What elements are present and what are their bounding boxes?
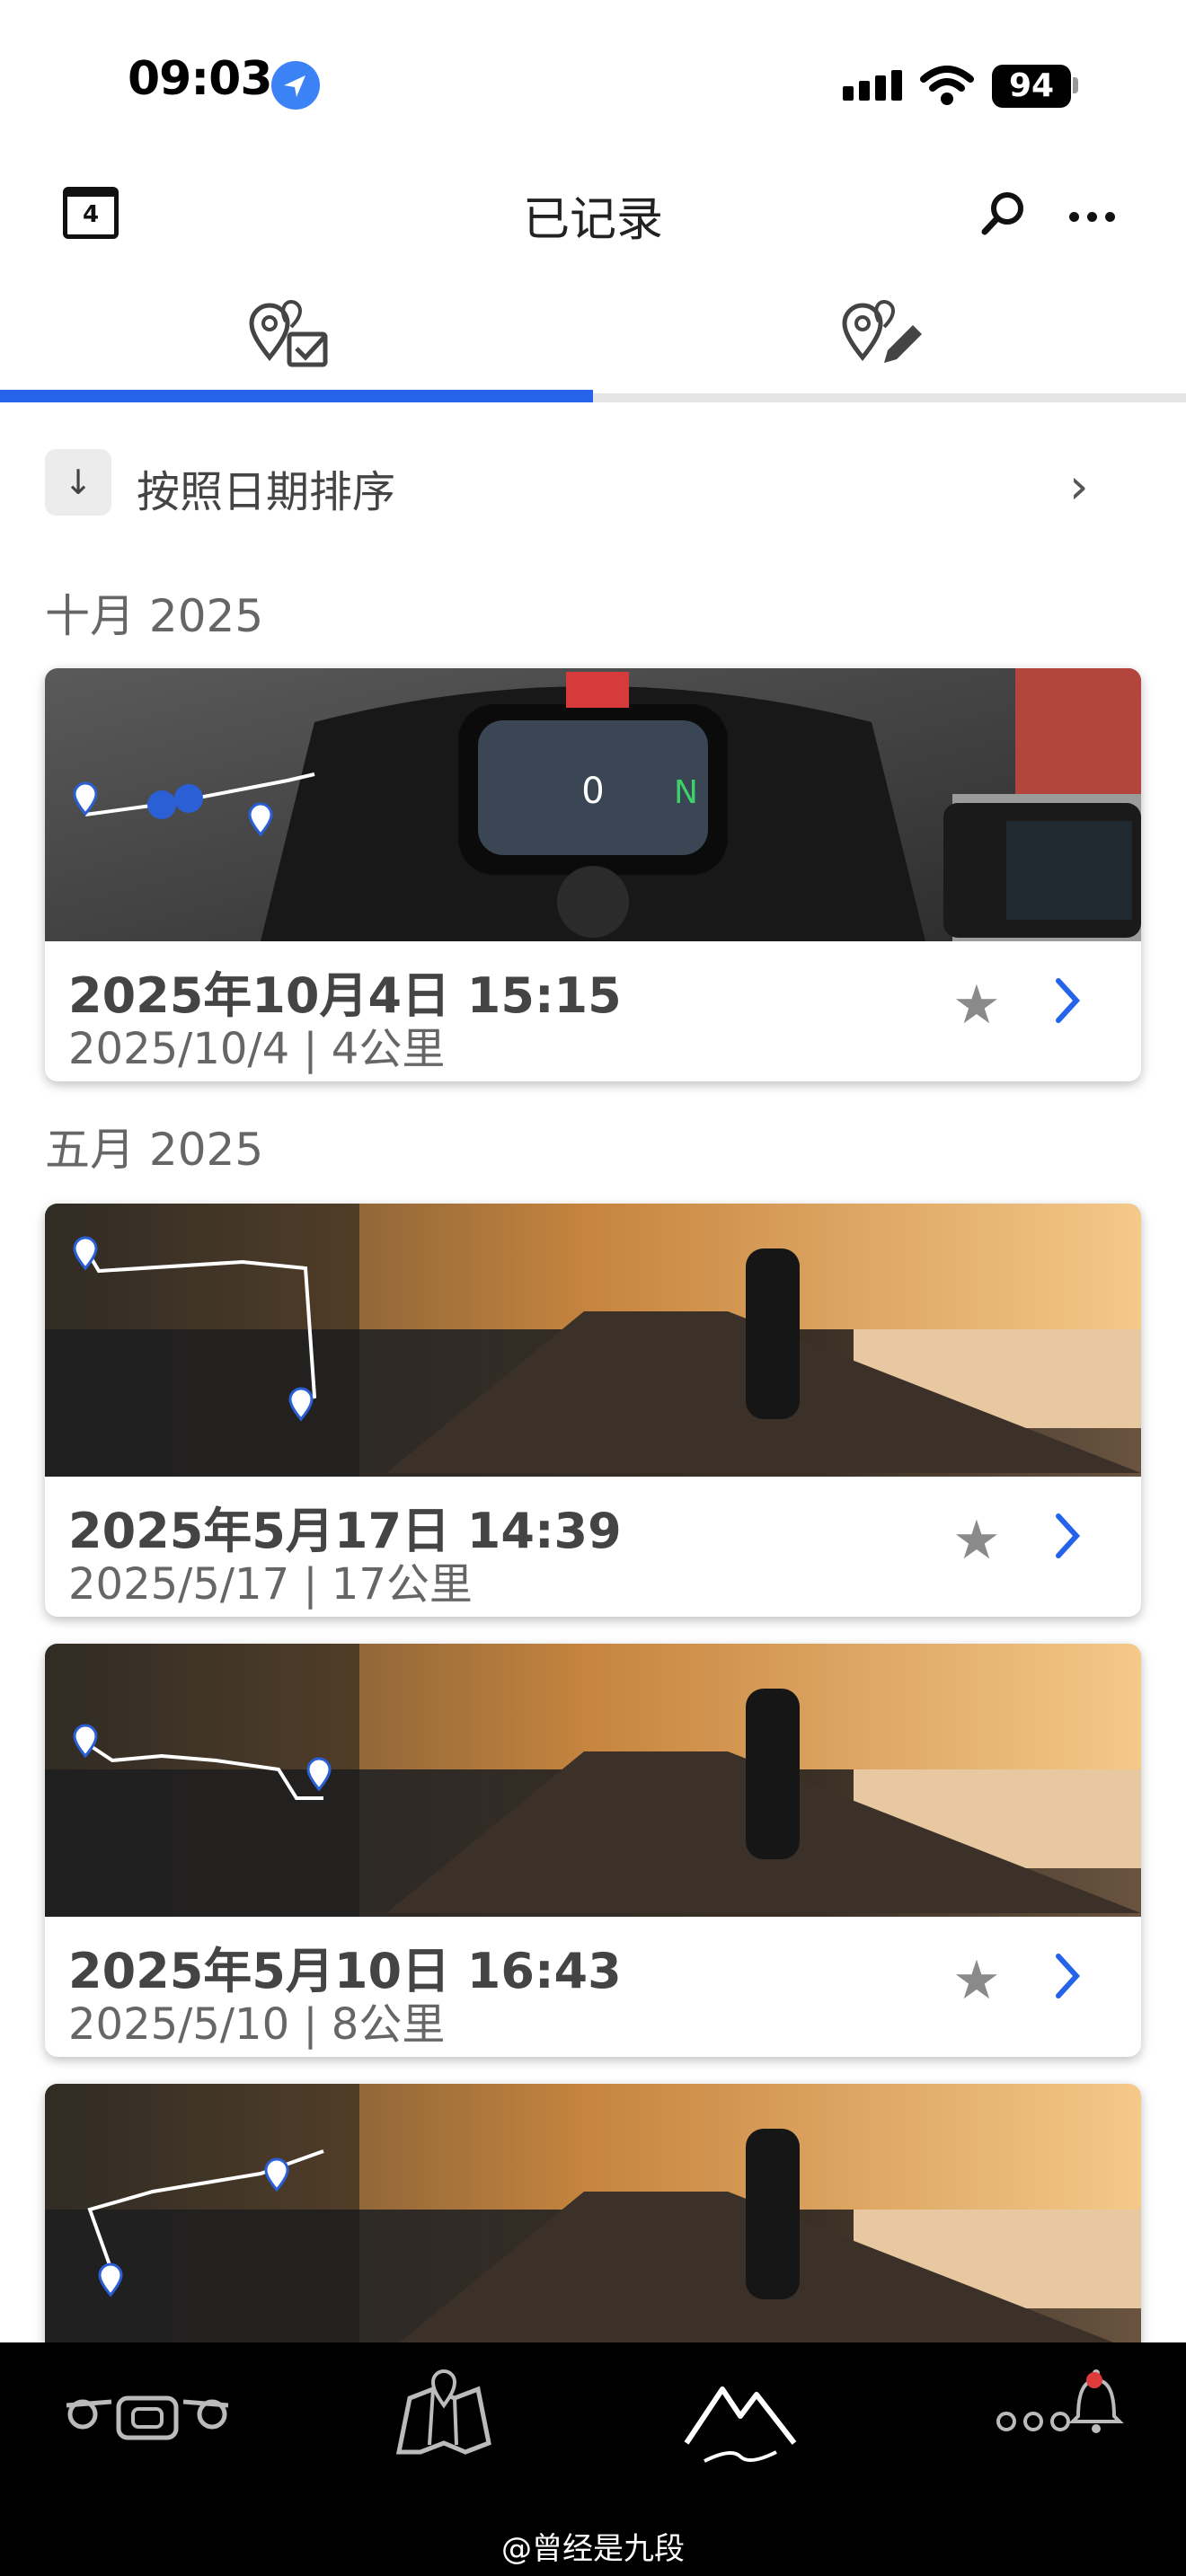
wifi-icon: [920, 65, 974, 110]
ride-photo: [45, 1204, 1141, 1477]
sort-label: 按照日期排序: [137, 467, 396, 517]
battery-cap: [1073, 77, 1078, 93]
chevron-right-icon[interactable]: [1049, 974, 1085, 1031]
month-header: 十月 2025: [45, 590, 264, 642]
ride-summary: 2025/5/10 | 8公里: [68, 1999, 446, 2050]
tab-recorded[interactable]: [0, 286, 593, 393]
signal-icon: [843, 70, 907, 101]
notifications-icon: [996, 2369, 1124, 2433]
star-icon[interactable]: ★: [952, 974, 1001, 1037]
battery-indicator: 94: [992, 65, 1071, 108]
ride-card[interactable]: 2025年5月10日 16:43 2025/5/10 | 8公里 ★: [45, 1644, 1141, 2057]
pin-edit-icon: [842, 299, 922, 363]
svg-text:0: 0: [581, 771, 604, 812]
ride-card[interactable]: 2025年5月17日 14:39 2025/5/17 | 17公里 ★: [45, 1204, 1141, 1617]
watermark: @曾经是九段: [501, 2531, 685, 2567]
search-icon[interactable]: [979, 189, 1030, 243]
mountain-route-icon: [684, 2386, 797, 2463]
nav-recorded-routes[interactable]: [651, 2362, 830, 2463]
chevron-right-icon[interactable]: ›: [1069, 458, 1089, 515]
nav-map[interactable]: [354, 2362, 534, 2461]
more-options-icon[interactable]: [1069, 208, 1123, 225]
map-icon: [395, 2369, 491, 2455]
star-icon[interactable]: ★: [952, 1949, 1001, 2012]
pin-check-icon: [249, 299, 328, 367]
chevron-right-icon[interactable]: [1049, 1949, 1085, 2007]
ride-photo: [45, 1644, 1141, 1917]
nav-motorcycle[interactable]: [58, 2362, 237, 2461]
tab-active-indicator: [0, 390, 593, 402]
tab-inactive-indicator: [593, 393, 1186, 402]
nav-notifications[interactable]: [985, 2362, 1164, 2461]
status-time: 09:03: [128, 52, 273, 106]
tab-planned[interactable]: [593, 286, 1186, 393]
svg-text:N: N: [674, 774, 698, 811]
ride-summary: 2025/10/4 | 4公里: [68, 1024, 446, 1074]
ride-card[interactable]: 0 N 2025年10月4日 15:15 2025/10/4 | 4公里 ★: [45, 668, 1141, 1081]
sort-down-arrow-icon: ↓: [45, 449, 111, 516]
location-arrow-icon: [271, 61, 320, 110]
star-icon[interactable]: ★: [952, 1509, 1001, 1572]
chevron-right-icon[interactable]: [1049, 1509, 1085, 1566]
ride-card[interactable]: [45, 2084, 1141, 2371]
ride-summary: 2025/5/17 | 17公里: [68, 1559, 473, 1610]
motorcycle-icon: [66, 2395, 229, 2440]
month-header: 五月 2025: [45, 1124, 264, 1176]
ride-photo: [45, 2084, 1141, 2357]
ride-photo: 0 N: [45, 668, 1141, 941]
